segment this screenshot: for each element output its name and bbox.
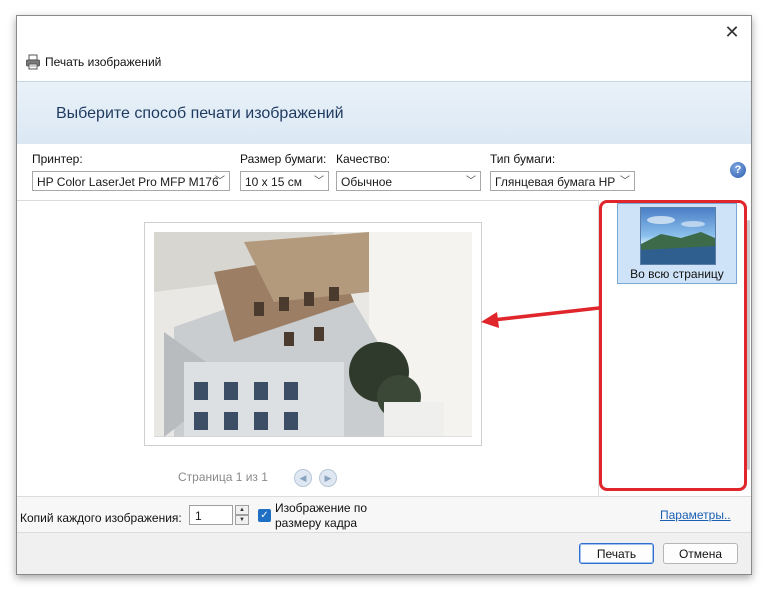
page-heading: Выберите способ печати изображений bbox=[56, 105, 344, 122]
fit-to-frame-checkbox[interactable]: ✓ bbox=[258, 509, 271, 522]
page-indicator: Страница 1 из 1 bbox=[178, 470, 268, 484]
layout-scrollbar[interactable] bbox=[747, 220, 750, 470]
red-arrow-annotation bbox=[481, 306, 601, 328]
next-page-button[interactable]: ▶ bbox=[319, 469, 337, 487]
copies-input[interactable]: 1 bbox=[189, 505, 233, 525]
printer-label: Принтер: bbox=[32, 152, 83, 166]
photo-image bbox=[154, 232, 472, 437]
chevron-down-icon: ﹀ bbox=[620, 176, 630, 187]
parameters-link[interactable]: Параметры.. bbox=[660, 508, 731, 522]
quality-value: Обычное bbox=[341, 175, 393, 189]
paper-size-value: 10 x 15 см bbox=[245, 175, 302, 189]
printer-icon bbox=[26, 54, 40, 70]
print-settings: Принтер: HP Color LaserJet Pro MFP M176 … bbox=[17, 144, 751, 200]
chevron-down-icon: ﹀ bbox=[466, 176, 476, 187]
close-icon[interactable]: ✕ bbox=[719, 20, 745, 44]
printer-dropdown[interactable]: HP Color LaserJet Pro MFP M176 ﹀ bbox=[32, 171, 230, 191]
chevron-down-icon: ﹀ bbox=[314, 176, 324, 187]
quality-dropdown[interactable]: Обычное ﹀ bbox=[336, 171, 481, 191]
dialog-footer: Печать Отмена bbox=[17, 532, 751, 574]
chevron-down-icon: ﹀ bbox=[215, 176, 225, 187]
options-bar: Копий каждого изображения: 1 ▲ ▼ ✓ Изобр… bbox=[17, 496, 751, 533]
preview-page bbox=[144, 222, 482, 446]
paper-type-dropdown[interactable]: Глянцевая бумага HP ﹀ bbox=[490, 171, 635, 191]
title-bar: ✕ Печать изображений bbox=[17, 16, 751, 81]
cancel-button[interactable]: Отмена bbox=[663, 543, 738, 564]
checkmark-icon: ✓ bbox=[260, 510, 269, 521]
window-title: Печать изображений bbox=[45, 55, 162, 69]
copies-decrement-button[interactable]: ▼ bbox=[235, 515, 249, 525]
highlight-annotation bbox=[599, 200, 747, 491]
fit-to-frame-label: Изображение по размеру кадра bbox=[275, 501, 368, 530]
copies-label: Копий каждого изображения: bbox=[20, 511, 182, 525]
printer-value: HP Color LaserJet Pro MFP M176 bbox=[37, 175, 219, 189]
header-band: Выберите способ печати изображений bbox=[17, 81, 751, 145]
preview-photo bbox=[154, 232, 472, 437]
paper-type-label: Тип бумаги: bbox=[490, 152, 556, 166]
quality-label: Качество: bbox=[336, 152, 391, 166]
copies-increment-button[interactable]: ▲ bbox=[235, 505, 249, 515]
print-pictures-dialog: ✕ Печать изображений Выберите способ печ… bbox=[16, 15, 752, 575]
help-icon[interactable]: ? bbox=[730, 162, 746, 178]
paper-size-label: Размер бумаги: bbox=[240, 152, 327, 166]
prev-page-button[interactable]: ◀ bbox=[294, 469, 312, 487]
paper-size-dropdown[interactable]: 10 x 15 см ﹀ bbox=[240, 171, 329, 191]
print-button[interactable]: Печать bbox=[579, 543, 654, 564]
paper-type-value: Глянцевая бумага HP bbox=[495, 175, 616, 189]
